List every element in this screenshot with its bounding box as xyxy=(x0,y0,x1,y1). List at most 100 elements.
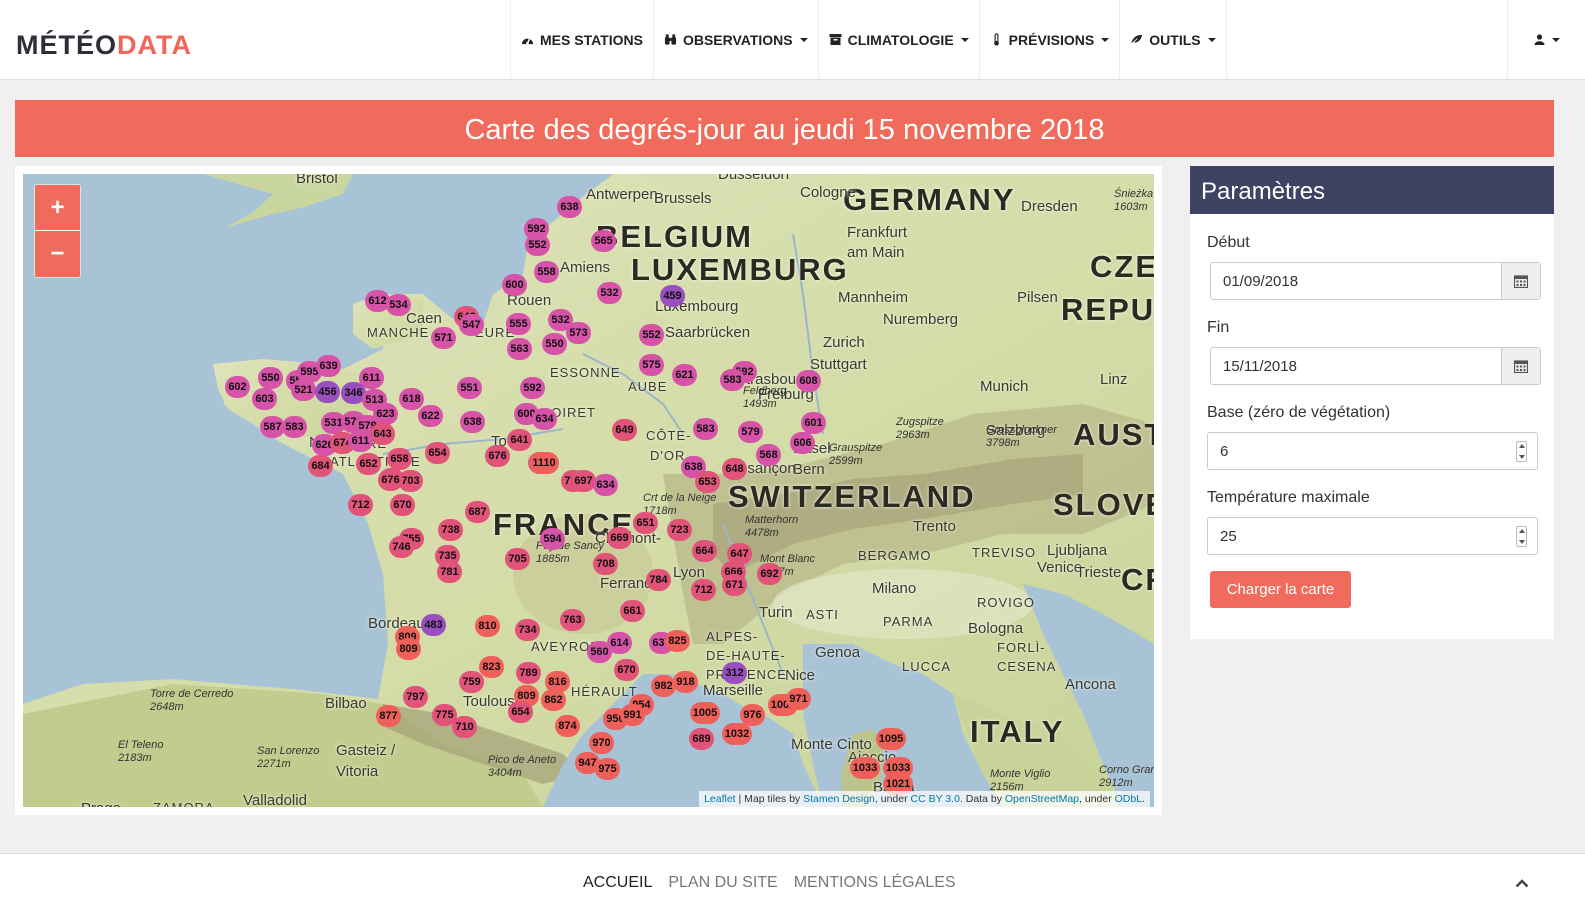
station-marker[interactable]: 763 xyxy=(560,609,585,631)
station-marker[interactable]: 1110 xyxy=(529,452,559,474)
station-marker[interactable]: 550 xyxy=(542,333,567,355)
station-marker[interactable]: 991 xyxy=(620,704,645,726)
station-marker[interactable]: 634 xyxy=(532,408,557,430)
station-marker[interactable]: 689 xyxy=(689,728,714,750)
station-marker[interactable]: 1005 xyxy=(690,702,720,724)
user-menu[interactable] xyxy=(1507,0,1585,79)
station-marker[interactable]: 781 xyxy=(437,561,462,583)
station-marker[interactable]: 579 xyxy=(738,421,763,443)
station-marker[interactable]: 653 xyxy=(695,471,720,493)
station-marker[interactable]: 877 xyxy=(376,705,401,727)
station-marker[interactable]: 710 xyxy=(452,716,477,738)
chevron-up-icon[interactable] xyxy=(1515,878,1529,888)
station-marker[interactable]: 789 xyxy=(516,662,541,684)
station-marker[interactable]: 634 xyxy=(593,474,618,496)
station-marker[interactable]: 573 xyxy=(566,322,591,344)
station-marker[interactable]: 583 xyxy=(720,369,745,391)
station-marker[interactable]: 532 xyxy=(597,282,622,304)
station-marker[interactable]: 658 xyxy=(387,448,412,470)
station-marker[interactable]: 692 xyxy=(757,563,782,585)
station-marker[interactable]: 970 xyxy=(589,732,614,754)
debut-date-field[interactable]: 01/09/2018 xyxy=(1210,262,1541,300)
station-marker[interactable]: 862 xyxy=(541,689,566,711)
station-marker[interactable]: 649 xyxy=(612,419,637,441)
stamen-link[interactable]: Stamen Design xyxy=(803,793,875,805)
station-marker[interactable]: 652 xyxy=(356,453,381,475)
tmax-input[interactable]: 25 xyxy=(1207,517,1538,555)
station-marker[interactable]: 550 xyxy=(258,367,283,389)
station-marker[interactable]: 1033 xyxy=(850,757,880,779)
station-marker[interactable]: 651 xyxy=(633,512,658,534)
station-marker[interactable]: 521 xyxy=(291,379,316,401)
station-marker[interactable]: 568 xyxy=(756,444,781,466)
station-marker[interactable]: 664 xyxy=(692,540,717,562)
station-marker[interactable]: 622 xyxy=(418,405,443,427)
base-input[interactable]: 6 xyxy=(1207,432,1538,470)
station-marker[interactable]: 601 xyxy=(801,412,826,434)
station-marker[interactable]: 670 xyxy=(614,659,639,681)
station-marker[interactable]: 623 xyxy=(373,403,398,425)
station-marker[interactable]: 809 xyxy=(396,638,421,660)
station-marker[interactable]: 810 xyxy=(475,615,500,637)
station-marker[interactable]: 654 xyxy=(425,442,450,464)
station-marker[interactable]: 643 xyxy=(370,423,395,445)
tmax-spinner[interactable] xyxy=(1516,526,1527,547)
station-marker[interactable]: 1095 xyxy=(876,728,906,750)
station-marker[interactable]: 676 xyxy=(485,445,510,467)
station-marker[interactable]: 648 xyxy=(722,458,747,480)
station-marker[interactable]: 708 xyxy=(593,553,618,575)
station-marker[interactable]: 654 xyxy=(508,701,533,723)
station-marker[interactable]: 312 xyxy=(722,662,747,684)
station-marker[interactable]: 705 xyxy=(505,548,530,570)
station-marker[interactable]: 874 xyxy=(555,715,580,737)
station-marker[interactable]: 784 xyxy=(646,569,671,591)
odbl-link[interactable]: ODbL xyxy=(1115,793,1142,805)
station-marker[interactable]: 971 xyxy=(786,688,811,710)
station-marker[interactable]: 592 xyxy=(520,377,545,399)
station-marker[interactable]: 759 xyxy=(459,671,484,693)
station-marker[interactable]: 606 xyxy=(790,432,815,454)
station-marker[interactable]: 738 xyxy=(438,519,463,541)
logo[interactable]: MÉTÉODATA xyxy=(16,30,192,60)
station-marker[interactable]: 670 xyxy=(390,494,415,516)
station-marker[interactable]: 639 xyxy=(316,355,341,377)
station-marker[interactable]: 618 xyxy=(399,388,424,410)
station-marker[interactable]: 534 xyxy=(386,294,411,316)
station-marker[interactable]: 823 xyxy=(479,656,504,678)
station-marker[interactable]: 459 xyxy=(660,285,685,307)
station-marker[interactable]: 555 xyxy=(506,313,531,335)
nav-climatologie[interactable]: CLIMATOLOGIE xyxy=(817,0,979,79)
station-marker[interactable]: 982 xyxy=(651,675,676,697)
station-marker[interactable]: 797 xyxy=(403,686,428,708)
station-marker[interactable]: 552 xyxy=(639,324,664,346)
station-marker[interactable]: 602 xyxy=(225,376,250,398)
station-marker[interactable]: 594 xyxy=(540,528,565,550)
station-marker[interactable]: 684 xyxy=(308,455,333,477)
nav-previsions[interactable]: PRÉVISIONS xyxy=(978,0,1120,79)
station-marker[interactable]: 551 xyxy=(457,377,482,399)
station-marker[interactable]: 583 xyxy=(693,418,718,440)
station-marker[interactable]: 483 xyxy=(421,614,446,636)
station-marker[interactable]: 547 xyxy=(459,314,484,336)
base-spinner[interactable] xyxy=(1516,441,1527,462)
station-marker[interactable]: 571 xyxy=(431,327,456,349)
station-marker[interactable]: 712 xyxy=(348,494,373,516)
station-marker[interactable]: 641 xyxy=(507,429,532,451)
station-marker[interactable]: 676 xyxy=(378,469,403,491)
footer-link-mentions[interactable]: MENTIONS LÉGALES xyxy=(794,874,956,892)
station-marker[interactable]: 661 xyxy=(620,600,645,622)
station-marker[interactable]: 603 xyxy=(252,388,277,410)
station-marker[interactable]: 734 xyxy=(515,619,540,641)
station-marker[interactable]: 600 xyxy=(502,274,527,296)
station-marker[interactable]: 583 xyxy=(282,416,307,438)
station-marker[interactable]: 723 xyxy=(667,519,692,541)
station-marker[interactable]: 608 xyxy=(796,370,821,392)
degree-day-map[interactable]: + − GERMANY BELGIUM LUXEMBURG FRANCE SWITZER… xyxy=(23,174,1154,807)
station-marker[interactable]: 611 xyxy=(348,430,373,452)
zoom-out-button[interactable]: − xyxy=(35,231,80,277)
fin-date-field[interactable]: 15/11/2018 xyxy=(1210,347,1541,385)
nav-observations[interactable]: OBSERVATIONS xyxy=(652,0,818,79)
station-marker[interactable]: 456 xyxy=(315,381,340,403)
station-marker[interactable]: 638 xyxy=(460,411,485,433)
station-marker[interactable]: 918 xyxy=(673,671,698,693)
